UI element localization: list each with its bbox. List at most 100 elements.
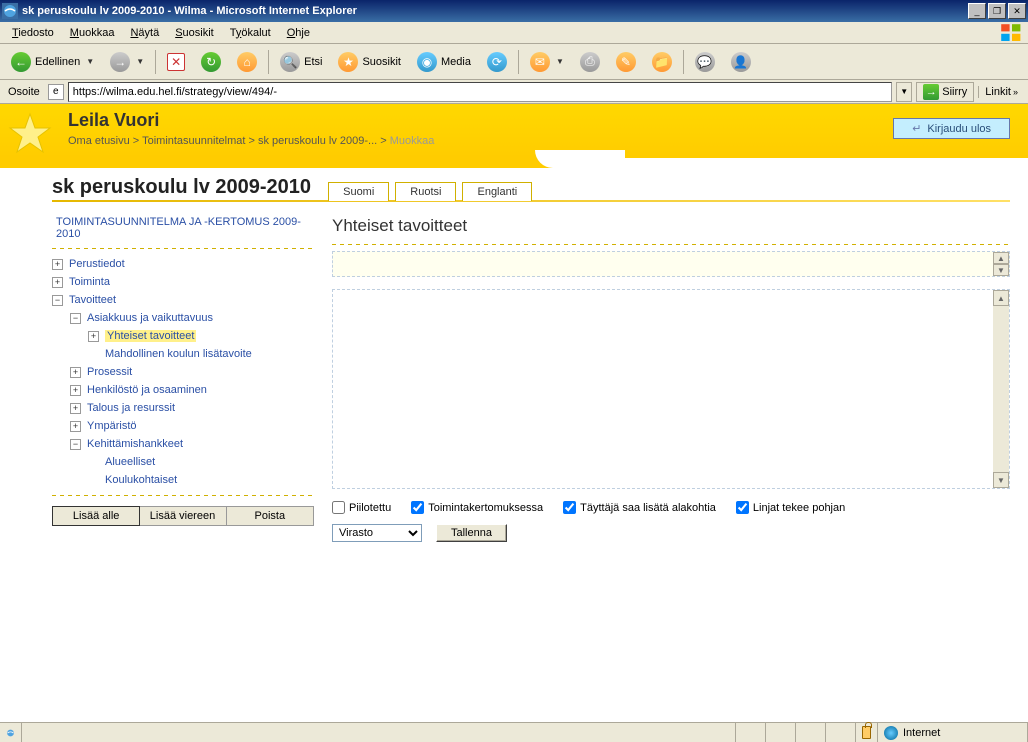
search-button[interactable]: 🔍 Etsi <box>273 47 329 77</box>
content-editbox[interactable]: ▲ ▼ <box>332 289 1010 489</box>
print-button[interactable]: ⎙ <box>573 47 607 77</box>
status-cell-1 <box>736 723 766 742</box>
menu-help[interactable]: Ohje <box>279 24 318 42</box>
sidebar: TOIMINTASUUNNITELMA JA -KERTOMUS 2009-20… <box>52 216 314 526</box>
checkbox-report[interactable]: Toimintakertomuksessa <box>411 501 543 514</box>
tree-henkilosto[interactable]: +Henkilöstö ja osaaminen <box>52 381 314 399</box>
add-under-button[interactable]: Lisää alle <box>52 506 140 526</box>
window-close-button[interactable]: ✕ <box>1008 3 1026 19</box>
collapse-icon[interactable]: − <box>70 313 81 324</box>
collapse-icon[interactable]: − <box>70 439 81 450</box>
language-tabs: Suomi Ruotsi Englanti <box>328 182 532 201</box>
tree-koulukohtaiset[interactable]: Koulukohtaiset <box>52 471 314 489</box>
back-arrow-icon: ← <box>11 52 31 72</box>
tab-swedish[interactable]: Ruotsi <box>395 182 456 201</box>
checkbox-hidden[interactable]: Piilotettu <box>332 501 391 514</box>
status-zone: Internet <box>878 723 1028 742</box>
scroll-down-icon[interactable]: ▼ <box>993 264 1009 276</box>
ie-app-icon <box>2 3 18 19</box>
address-dropdown[interactable]: ▼ <box>896 82 912 102</box>
scroll-down-icon[interactable]: ▼ <box>993 472 1009 488</box>
tree-kehittamis[interactable]: −Kehittämishankkeet <box>52 435 314 453</box>
tree-mahdollinen[interactable]: Mahdollinen koulun lisätavoite <box>52 345 314 363</box>
scroll-up-icon[interactable]: ▲ <box>993 252 1009 264</box>
address-input[interactable]: https://wilma.edu.hel.fi/strategy/view/4… <box>68 82 892 102</box>
title-editbox[interactable]: ▲ ▼ <box>332 251 1010 277</box>
status-lock <box>856 723 878 742</box>
window-minimize-button[interactable]: _ <box>968 3 986 19</box>
user-name: Leila Vuori <box>68 110 434 131</box>
breadcrumb-plan[interactable]: sk peruskoulu lv 2009-... <box>258 135 377 147</box>
menu-favorites[interactable]: Suosikit <box>167 24 222 42</box>
menu-tools[interactable]: Työkalut <box>222 24 279 42</box>
breadcrumb-home[interactable]: Oma etusivu <box>68 135 130 147</box>
media-button[interactable]: ◉ Media <box>410 47 478 77</box>
expand-icon[interactable]: + <box>52 277 63 288</box>
forward-arrow-icon: → <box>110 52 130 72</box>
tree-prosessit[interactable]: +Prosessit <box>52 363 314 381</box>
expand-icon[interactable]: + <box>70 367 81 378</box>
tree-perustiedot[interactable]: +Perustiedot <box>52 255 314 273</box>
add-beside-button[interactable]: Lisää viereen <box>139 507 226 525</box>
mail-button[interactable]: ✉▼ <box>523 47 571 77</box>
tab-english[interactable]: Englanti <box>462 182 532 201</box>
options-row: Piilotettu Toimintakertomuksessa Täyttäj… <box>332 501 1010 514</box>
scroll-up-icon[interactable]: ▲ <box>993 290 1009 306</box>
expand-icon[interactable]: + <box>88 331 99 342</box>
breadcrumb-plans[interactable]: Toimintasuunnitelmat <box>142 135 245 147</box>
logout-button[interactable]: ↵ Kirjaudu ulos <box>893 118 1010 139</box>
menu-view[interactable]: Näytä <box>122 24 167 42</box>
window-maximize-button[interactable]: ❐ <box>988 3 1006 19</box>
tab-finnish[interactable]: Suomi <box>328 182 389 201</box>
menu-file[interactable]: Tiedosto <box>4 24 62 42</box>
go-label: Siirry <box>942 86 967 98</box>
stop-button[interactable]: ✕ <box>160 48 192 76</box>
refresh-button[interactable]: ↻ <box>194 47 228 77</box>
sidebar-title[interactable]: TOIMINTASUUNNITELMA JA -KERTOMUS 2009-20… <box>52 216 314 240</box>
tree-tavoitteet[interactable]: −Tavoitteet <box>52 291 314 309</box>
forward-button[interactable]: → ▼ <box>103 47 151 77</box>
menu-edit[interactable]: Muokkaa <box>62 24 123 42</box>
breadcrumb: Oma etusivu > Toimintasuunnitelmat > sk … <box>68 135 434 147</box>
discuss-button[interactable]: 💬 <box>688 47 722 77</box>
messenger-button[interactable]: 👤 <box>724 47 758 77</box>
checkbox-template[interactable]: Linjat tekee pohjan <box>736 501 845 514</box>
history-button[interactable]: ⟳ <box>480 47 514 77</box>
tree-alueelliset[interactable]: Alueelliset <box>52 453 314 471</box>
status-cell-2 <box>766 723 796 742</box>
save-button[interactable]: Tallenna <box>436 524 507 542</box>
tree-asiakkuus[interactable]: −Asiakkuus ja vaikuttavuus <box>52 309 314 327</box>
page-title: sk peruskoulu lv 2009-2010 <box>52 176 311 199</box>
back-button[interactable]: ← Edellinen ▼ <box>4 47 101 77</box>
tree-yhteiset[interactable]: +Yhteiset tavoitteet <box>52 327 314 345</box>
home-button[interactable]: ⌂ <box>230 47 264 77</box>
expand-icon[interactable]: + <box>52 259 63 270</box>
folders-button[interactable]: 📁 <box>645 47 679 77</box>
links-button[interactable]: Linkit» <box>978 86 1024 98</box>
page-header: Leila Vuori Oma etusivu > Toimintasuunni… <box>0 104 1028 158</box>
status-cell-3 <box>796 723 826 742</box>
level-select[interactable]: Virasto <box>332 524 422 542</box>
logout-icon: ↵ <box>912 122 921 135</box>
delete-button[interactable]: Poista <box>227 507 313 525</box>
expand-icon[interactable]: + <box>70 385 81 396</box>
tree-ymparisto[interactable]: +Ympäristö <box>52 417 314 435</box>
messenger-icon: 👤 <box>731 52 751 72</box>
toolbar: ← Edellinen ▼ → ▼ ✕ ↻ ⌂ 🔍 Etsi ★ Suosiki… <box>0 44 1028 80</box>
tree-talous[interactable]: +Talous ja resurssit <box>52 399 314 417</box>
edit-button[interactable]: ✎ <box>609 47 643 77</box>
expand-icon[interactable]: + <box>70 421 81 432</box>
expand-icon[interactable]: + <box>70 403 81 414</box>
media-label: Media <box>441 56 471 68</box>
section-title: Yhteiset tavoitteet <box>332 216 1010 236</box>
history-icon: ⟳ <box>487 52 507 72</box>
window-title: sk peruskoulu lv 2009-2010 - Wilma - Mic… <box>22 5 968 17</box>
lock-icon <box>862 726 871 739</box>
go-button[interactable]: → Siirry <box>916 82 974 102</box>
checkbox-subitems[interactable]: Täyttäjä saa lisätä alakohtia <box>563 501 716 514</box>
tree-toiminta[interactable]: +Toiminta <box>52 273 314 291</box>
star-icon: ★ <box>338 52 358 72</box>
collapse-icon[interactable]: − <box>52 295 63 306</box>
favorites-button[interactable]: ★ Suosikit <box>331 47 408 77</box>
media-icon: ◉ <box>417 52 437 72</box>
